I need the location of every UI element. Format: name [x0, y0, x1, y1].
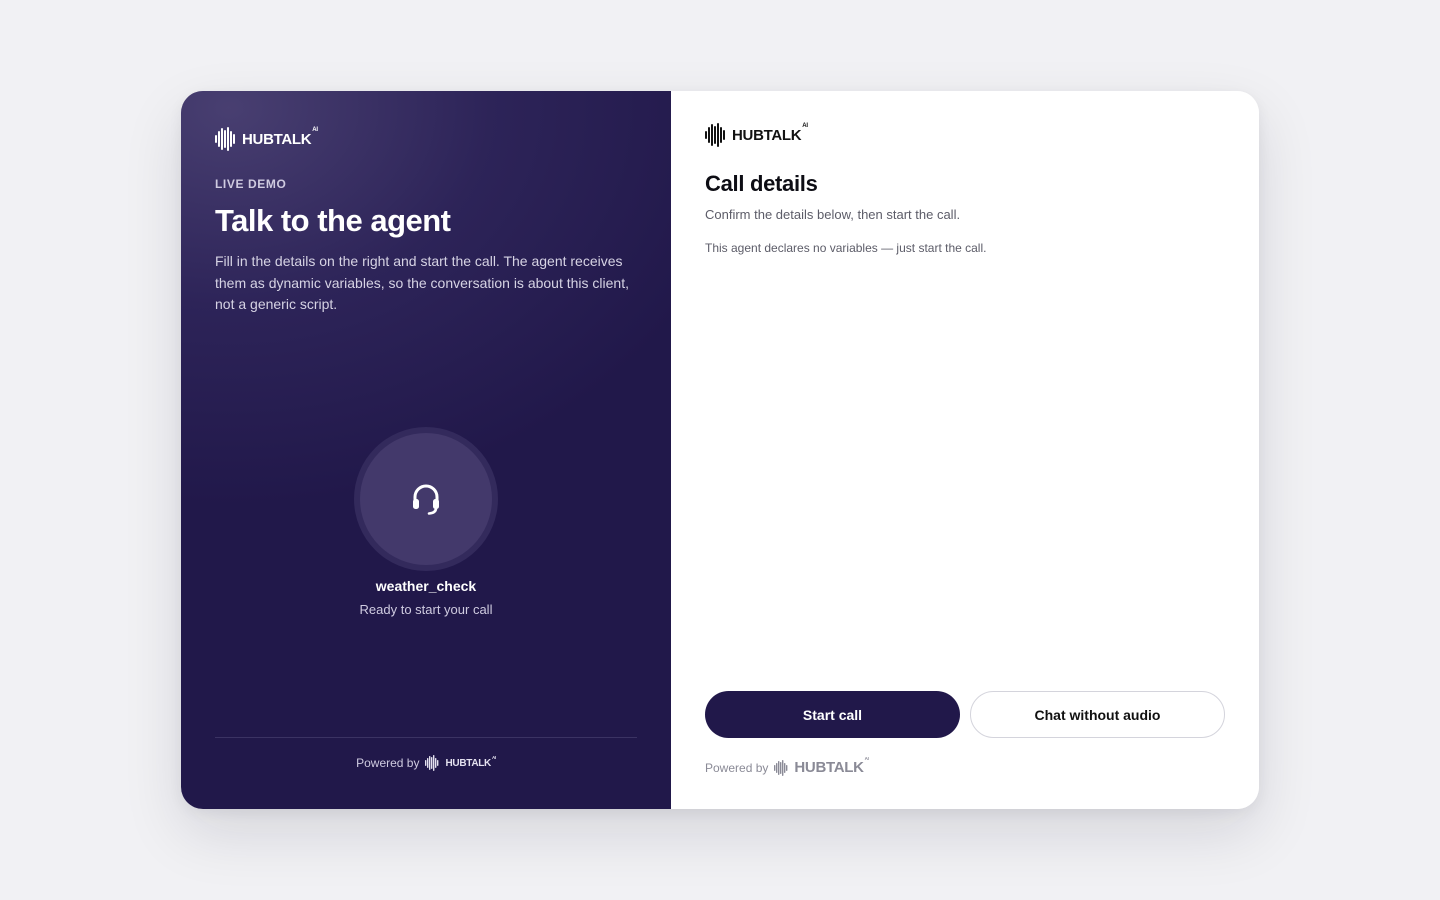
powered-by-label: Powered by: [356, 756, 420, 770]
brand-logo: HUBTALKAI: [215, 127, 318, 151]
call-details-panel: HUBTALKAI Call details Confirm the detai…: [671, 91, 1259, 809]
agent-panel: HUBTALKAI LIVE DEMO Talk to the agent Fi…: [181, 91, 671, 809]
soundwave-logo-icon: [705, 123, 725, 147]
agent-name: weather_check: [375, 578, 477, 594]
brand-logo: HUBTALKAI: [705, 123, 808, 147]
brand-wordmark: HUBTALKAI: [242, 127, 318, 148]
brand-suffix: AI: [802, 122, 808, 129]
powered-by-wordmark: HUBTALKAI: [794, 756, 869, 776]
powered-by-label: Powered by: [705, 760, 769, 775]
soundwave-logo-icon: [425, 755, 439, 771]
brand-name: HUBTALK: [242, 130, 312, 148]
agent-avatar: [360, 433, 492, 565]
eyebrow-label: LIVE DEMO: [215, 177, 287, 191]
agent-status: Ready to start your call: [359, 602, 493, 617]
chat-without-audio-button[interactable]: Chat without audio: [970, 691, 1225, 738]
brand-wordmark: HUBTALKAI: [732, 123, 808, 144]
brand-suffix: AI: [864, 756, 869, 761]
headset-icon: [413, 484, 439, 515]
powered-by-wordmark: HUBTALKAI: [445, 754, 496, 769]
brand-suffix: AI: [312, 126, 318, 133]
brand-suffix: AI: [491, 754, 496, 760]
agent-avatar-ring: [354, 427, 498, 571]
brand-name: HUBTALK: [445, 757, 491, 769]
intro-text: Fill in the details on the right and sta…: [215, 253, 629, 312]
footer-divider: [215, 737, 637, 738]
powered-by-footer: Powered by HUBTALKAI: [705, 756, 869, 776]
demo-card: HUBTALKAI LIVE DEMO Talk to the agent Fi…: [181, 91, 1259, 809]
soundwave-logo-icon: [774, 759, 788, 776]
page-headline: Talk to the agent: [215, 203, 451, 238]
no-variables-note: This agent declares no variables — just …: [705, 241, 987, 255]
powered-by-footer: Powered by HUBTALKAI: [181, 755, 671, 771]
soundwave-logo-icon: [215, 127, 235, 151]
start-call-button[interactable]: Start call: [705, 691, 960, 738]
call-details-title: Call details: [705, 171, 818, 196]
brand-name: HUBTALK: [732, 126, 802, 144]
brand-name: HUBTALK: [794, 759, 864, 776]
call-details-subtitle: Confirm the details below, then start th…: [705, 207, 961, 222]
